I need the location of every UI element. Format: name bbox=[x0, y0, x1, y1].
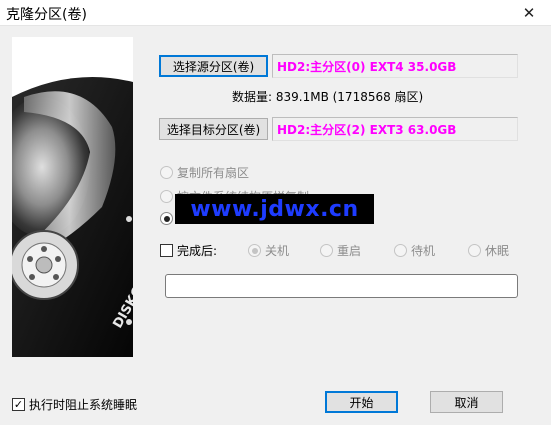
radio-button-selected[interactable] bbox=[160, 212, 173, 225]
checkbox[interactable] bbox=[160, 244, 173, 257]
prevent-sleep-label: 执行时阻止系统睡眠 bbox=[29, 398, 138, 412]
window-title: 克隆分区(卷) bbox=[6, 7, 87, 23]
title-bar: 克隆分区(卷) ✕ bbox=[0, 0, 551, 26]
after-option-hibernate[interactable]: 休眠 bbox=[468, 242, 509, 259]
after-option-shutdown[interactable]: 关机 bbox=[248, 242, 289, 259]
hard-disk-image: DISKGENIUS bbox=[12, 37, 133, 357]
checkbox-checked[interactable]: ✓ bbox=[12, 398, 25, 411]
after-option-label: 重启 bbox=[337, 244, 362, 258]
diskgenius-artwork: DISKGENIUS bbox=[12, 37, 133, 357]
source-partition-display: HD2:主分区(0) EXT4 35.0GB bbox=[272, 54, 518, 78]
radio-button[interactable] bbox=[394, 244, 407, 257]
start-button[interactable]: 开始 bbox=[325, 391, 398, 413]
copy-mode-all-sectors[interactable]: 复制所有扇区 bbox=[160, 164, 249, 181]
data-size-label: 数据量: 839.1MB (1718568 扇区) bbox=[232, 90, 424, 104]
after-option-restart[interactable]: 重启 bbox=[320, 242, 361, 259]
watermark-overlay: www.jdwx.cn bbox=[175, 194, 374, 224]
prevent-sleep-option[interactable]: ✓ 执行时阻止系统睡眠 bbox=[12, 396, 137, 413]
after-option-label: 关机 bbox=[265, 244, 290, 258]
after-completion-label: 完成后: bbox=[177, 244, 218, 258]
status-text-field[interactable] bbox=[165, 274, 518, 298]
select-target-partition-button[interactable]: 选择目标分区(卷) bbox=[159, 118, 268, 140]
cancel-button[interactable]: 取消 bbox=[430, 391, 503, 413]
after-option-label: 休眠 bbox=[485, 244, 510, 258]
radio-button[interactable] bbox=[160, 190, 173, 203]
after-option-label: 待机 bbox=[411, 244, 436, 258]
after-option-standby[interactable]: 待机 bbox=[394, 242, 435, 259]
close-icon[interactable]: ✕ bbox=[507, 0, 551, 26]
copy-mode-label: 复制所有扇区 bbox=[177, 166, 250, 180]
after-completion-row: 完成后: 关机 重启 待机 休眠 bbox=[160, 242, 520, 258]
radio-button[interactable] bbox=[160, 166, 173, 179]
after-completion-checkbox[interactable]: 完成后: bbox=[160, 242, 217, 259]
target-partition-display: HD2:主分区(2) EXT3 63.0GB bbox=[272, 117, 518, 141]
radio-button[interactable] bbox=[468, 244, 481, 257]
select-source-partition-button[interactable]: 选择源分区(卷) bbox=[159, 55, 268, 77]
radio-button-selected[interactable] bbox=[248, 244, 261, 257]
radio-button[interactable] bbox=[320, 244, 333, 257]
